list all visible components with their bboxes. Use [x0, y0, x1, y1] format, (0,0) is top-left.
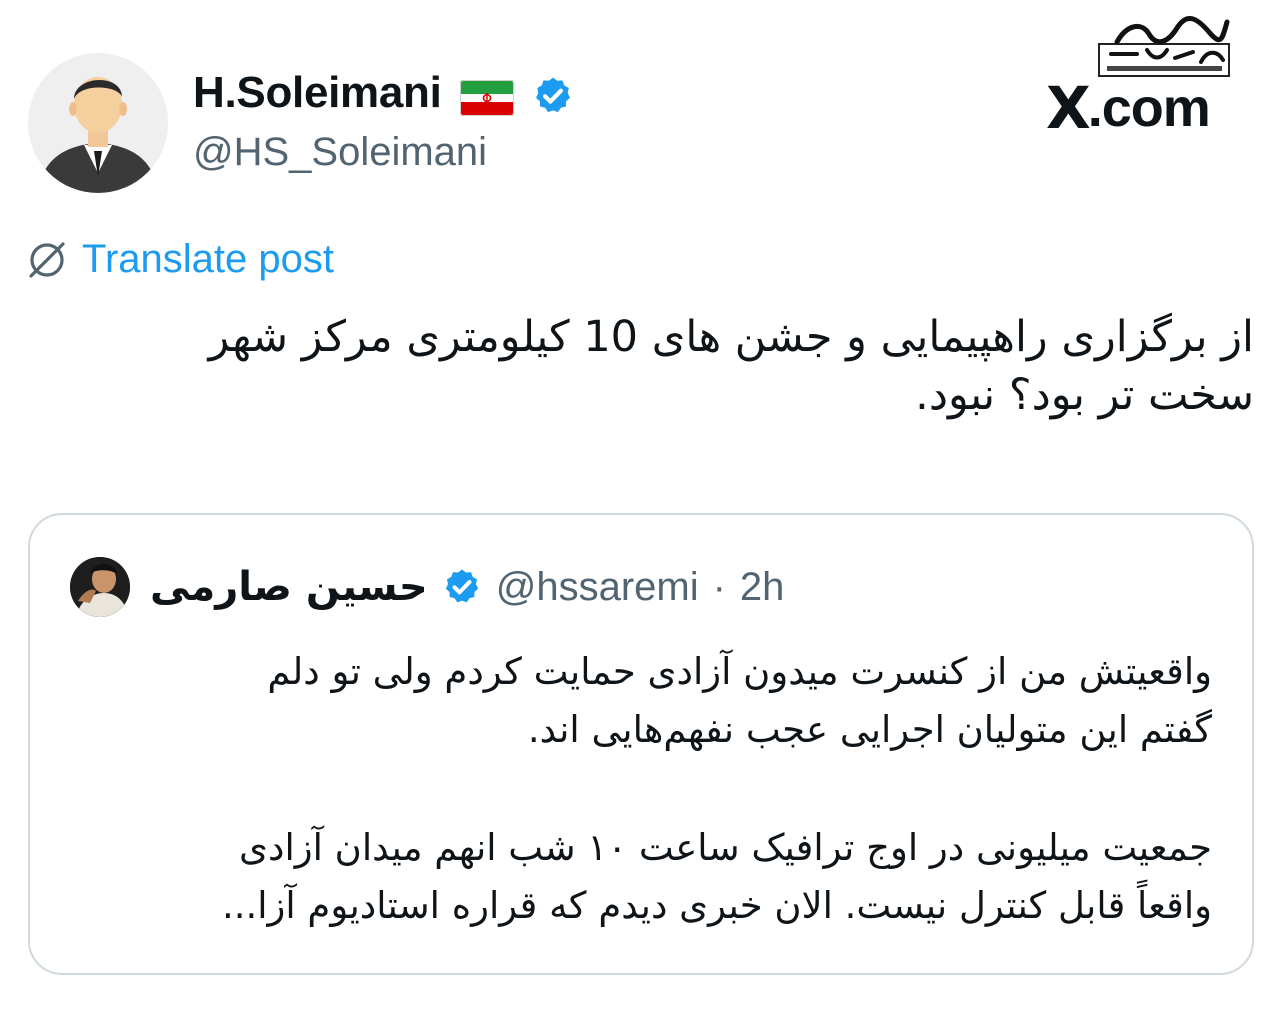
author-display-name[interactable]: H.Soleimani — [193, 68, 442, 118]
quoted-author-name[interactable]: حسین صارمی — [150, 564, 428, 610]
quoted-timestamp[interactable]: 2h — [740, 565, 785, 610]
quoted-post-card[interactable]: حسین صارمی @hssaremi · 2h واقعیتش من از … — [28, 513, 1254, 975]
quoted-author-avatar[interactable] — [70, 557, 130, 617]
site-domain: .com — [1087, 78, 1211, 138]
quoted-author-handle[interactable]: @hssaremi — [496, 565, 699, 610]
iran-flag-icon — [459, 77, 514, 116]
author-handle[interactable]: @HS_Soleimani — [193, 130, 487, 175]
translate-post-button[interactable]: Translate post — [26, 237, 334, 282]
quoted-line: واقعیتش من از کنسرت میدون آزادی حمایت کر… — [267, 650, 1212, 693]
translate-post-label: Translate post — [82, 237, 334, 281]
site-label: X .com — [1046, 74, 1211, 142]
quoted-verified-badge-icon[interactable] — [442, 567, 482, 607]
quoted-line: واقعاً قابل کنترل نیست. الان خبری دیدم ک… — [221, 884, 1212, 927]
quoted-line: جمعیت میلیونی در اوج ترافیک ساعت ۱۰ شب ا… — [239, 826, 1212, 869]
x-logo-icon: X — [1046, 74, 1091, 142]
post-line: سخت تر بود؟ نبود. — [915, 370, 1254, 420]
quoted-post-header: حسین صارمی @hssaremi · 2h — [70, 555, 784, 619]
quoted-post-text: واقعیتش من از کنسرت میدون آزادی حمایت کر… — [62, 643, 1212, 935]
author-name-row: H.Soleimani — [193, 68, 574, 118]
translate-globe-icon — [26, 239, 68, 281]
author-avatar[interactable] — [28, 53, 168, 193]
post-line: از برگزاری راهپیمایی و جشن های 10 کیلومت… — [208, 312, 1254, 362]
post-text: از برگزاری راهپیمایی و جشن های 10 کیلومت… — [74, 308, 1254, 424]
quoted-line: گفتم این متولیان اجرایی عجب نفهم‌هایی ان… — [527, 708, 1212, 751]
watermark-logo — [1097, 14, 1232, 80]
quoted-separator: · — [712, 564, 726, 609]
verified-badge-icon[interactable] — [532, 75, 574, 117]
